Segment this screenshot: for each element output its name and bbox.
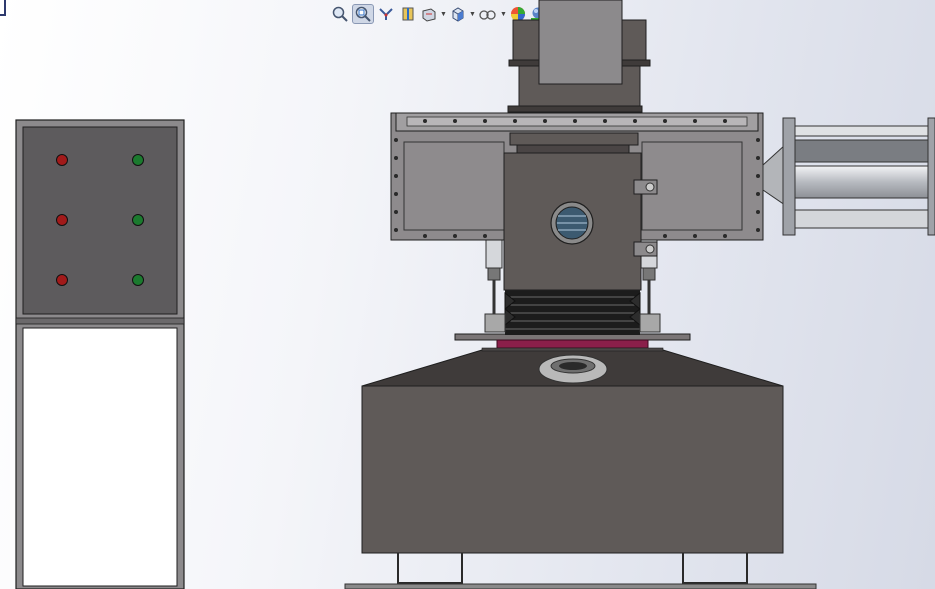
indicator-light-green [132, 154, 144, 166]
bolt [663, 234, 667, 238]
cad-model-viewport[interactable] [0, 0, 935, 589]
bolt [394, 228, 398, 232]
bolt [756, 210, 760, 214]
bolt [756, 192, 760, 196]
bolt [756, 138, 760, 142]
bolt [543, 119, 547, 123]
bolt [693, 234, 697, 238]
indicator-light-green [132, 274, 144, 286]
bolt [394, 192, 398, 196]
pneumatic-cylinder[interactable] [762, 117, 935, 236]
bolt [723, 119, 727, 123]
feed-hopper[interactable] [507, 0, 651, 113]
bolt [394, 138, 398, 142]
bolt [756, 156, 760, 160]
indicator-light-red [56, 154, 68, 166]
bolt [453, 119, 457, 123]
flange-ring [538, 354, 608, 384]
bellows [504, 290, 641, 335]
bolt [423, 119, 427, 123]
indicator-light-red [56, 214, 68, 226]
bolt [573, 119, 577, 123]
bolt [633, 119, 637, 123]
base-housing[interactable] [344, 349, 817, 589]
bolt [423, 234, 427, 238]
bolt [483, 119, 487, 123]
bolt [394, 156, 398, 160]
bolt [756, 228, 760, 232]
bolt [663, 119, 667, 123]
platen-plate [454, 333, 691, 352]
bolt [483, 234, 487, 238]
bolt [756, 174, 760, 178]
bolt [723, 234, 727, 238]
bolt [693, 119, 697, 123]
indicator-light-green [132, 214, 144, 226]
bolt [394, 174, 398, 178]
indicator-light-red [56, 274, 68, 286]
bolt [513, 119, 517, 123]
bolt [394, 210, 398, 214]
bolt [603, 119, 607, 123]
bolt [453, 234, 457, 238]
control-cabinet[interactable] [15, 119, 185, 589]
process-chamber[interactable] [503, 132, 658, 291]
